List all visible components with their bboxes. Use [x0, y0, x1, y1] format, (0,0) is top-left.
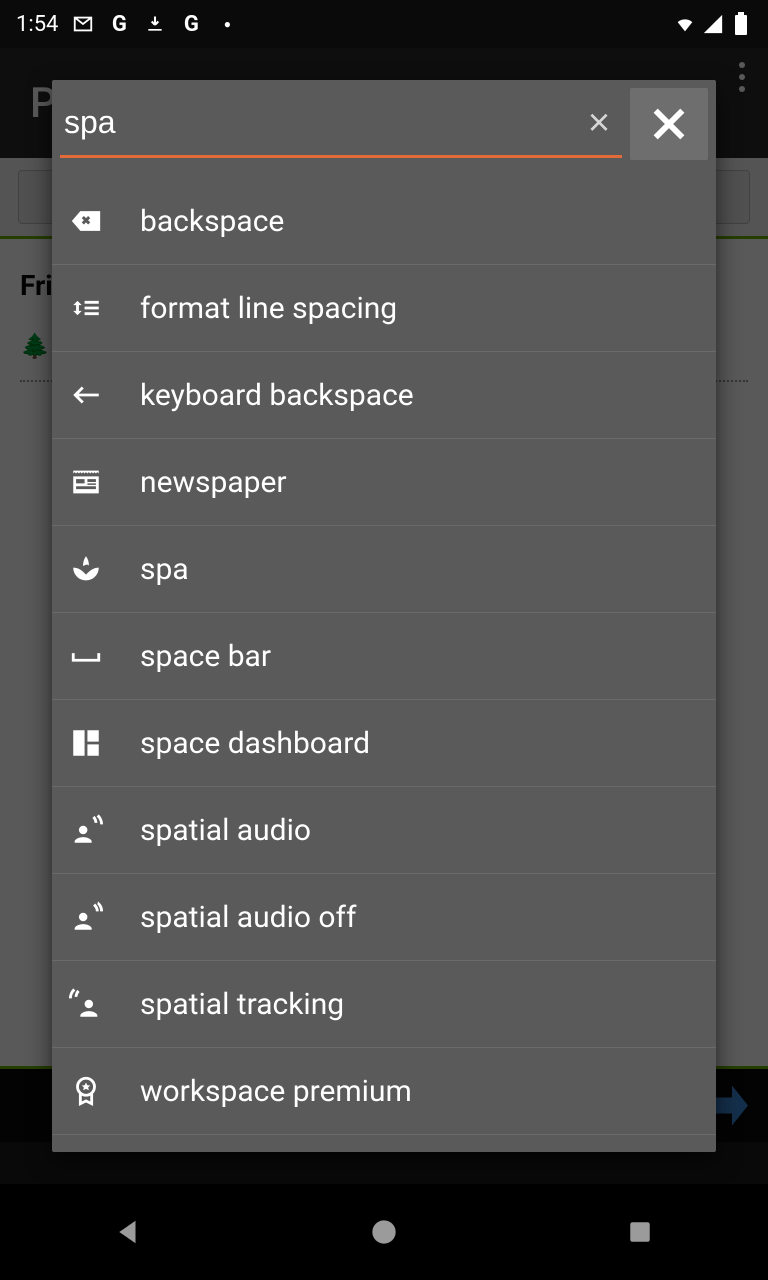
result-label: keyboard backspace — [140, 378, 414, 413]
nav-home-button[interactable] — [360, 1208, 408, 1256]
result-label: space dashboard — [140, 726, 370, 761]
cell-icon — [702, 13, 724, 35]
result-label: newspaper — [140, 465, 287, 500]
overflow-menu-icon — [730, 62, 754, 92]
spatial-audio-off-icon — [68, 899, 104, 935]
spatial-tracking-icon — [68, 986, 104, 1022]
result-item[interactable]: spa — [52, 526, 716, 613]
result-item[interactable]: format line spacing — [52, 265, 716, 352]
result-item[interactable]: keyboard backspace — [52, 352, 716, 439]
close-dialog-button[interactable] — [630, 88, 708, 160]
result-item[interactable]: space bar — [52, 613, 716, 700]
google-icon: G — [180, 13, 202, 35]
result-item[interactable]: backspace — [52, 178, 716, 265]
navigation-bar — [0, 1184, 768, 1280]
result-item[interactable]: spatial tracking — [52, 961, 716, 1048]
result-item[interactable]: spatial audio — [52, 787, 716, 874]
result-label: spa — [140, 552, 189, 587]
result-label: spatial tracking — [140, 987, 344, 1022]
backspace-icon — [68, 203, 104, 239]
result-label: backspace — [140, 204, 284, 239]
result-label: spatial audio — [140, 813, 311, 848]
spa-icon — [68, 551, 104, 587]
result-item[interactable]: newspaper — [52, 439, 716, 526]
status-bar: 1:54 G G ● — [0, 0, 768, 48]
spatial-audio-icon — [68, 812, 104, 848]
nav-back-button[interactable] — [104, 1208, 152, 1256]
format-line-spacing-icon — [68, 290, 104, 326]
status-time: 1:54 — [16, 12, 58, 37]
result-label: format line spacing — [140, 291, 397, 326]
search-input[interactable] — [60, 90, 622, 158]
clear-search-button[interactable] — [582, 105, 616, 139]
google-icon: G — [108, 13, 130, 35]
nav-recent-button[interactable] — [616, 1208, 664, 1256]
workspace-premium-icon — [68, 1073, 104, 1109]
result-item[interactable]: space dashboard — [52, 700, 716, 787]
status-left: 1:54 G G ● — [16, 12, 238, 37]
download-icon — [144, 13, 166, 35]
wifi-icon — [674, 13, 696, 35]
newspaper-icon — [68, 464, 104, 500]
close-icon — [649, 104, 689, 144]
result-label: space bar — [140, 639, 271, 674]
result-label: workspace premium — [140, 1074, 412, 1109]
result-item[interactable]: workspace premium — [52, 1048, 716, 1135]
status-right — [674, 13, 752, 35]
square-recent-icon — [627, 1219, 653, 1245]
battery-icon — [730, 13, 752, 35]
space-dashboard-icon — [68, 725, 104, 761]
result-item[interactable]: spatial audio off — [52, 874, 716, 961]
result-label: spatial audio off — [140, 900, 356, 935]
space-bar-icon — [68, 638, 104, 674]
circle-home-icon — [370, 1218, 398, 1246]
close-icon — [586, 109, 612, 135]
dot-icon: ● — [216, 13, 238, 35]
keyboard-backspace-icon — [68, 377, 104, 413]
icon-search-dialog: backspace format line spacing keyboard bac… — [52, 80, 716, 1152]
search-wrap — [60, 90, 622, 158]
result-list[interactable]: backspace format line spacing keyboard bac… — [52, 178, 716, 1152]
triangle-back-icon — [113, 1217, 143, 1247]
dialog-header — [52, 80, 716, 160]
mail-icon — [72, 13, 94, 35]
